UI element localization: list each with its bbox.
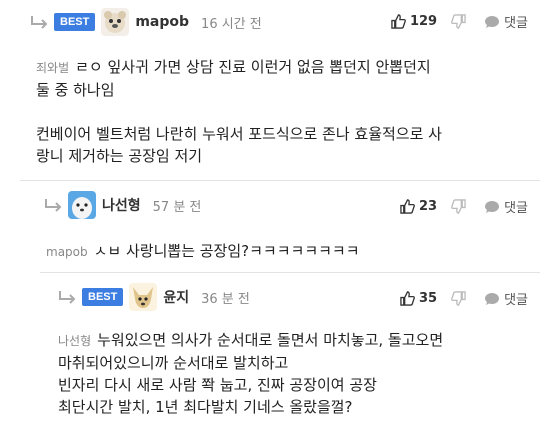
reply-arrow-icon	[59, 291, 76, 304]
comment-line: 컨베이어 벨트처럼 나란히 누워서 포드식으로 존나 효율적으로 사	[36, 125, 442, 143]
comment-line: ㅅㅂ 사랑니뽑는 공장임?ㅋㅋㅋㅋㅋㅋㅋㅋ	[93, 242, 360, 260]
dislike-button[interactable]	[451, 291, 470, 306]
comment-2: 나선형 57 분 전 23 댓글 mapob ㅅㅂ 사랑니뽑는 공장임?ㅋㅋㅋㅋㅋ…	[0, 181, 540, 271]
like-count: 129	[409, 14, 438, 29]
best-badge: BEST	[82, 288, 124, 306]
timestamp: 36 분 전	[201, 291, 250, 307]
mention-tag[interactable]: 죄와벌	[36, 61, 69, 75]
like-count: 23	[418, 199, 438, 214]
comment-actions: 129 댓글	[377, 12, 528, 31]
avatar[interactable]	[101, 8, 130, 36]
thumbs-up-icon	[400, 199, 415, 214]
mention-tag[interactable]: mapob	[46, 245, 88, 259]
avatar[interactable]	[68, 191, 96, 219]
comment-actions: 23 댓글	[386, 197, 528, 216]
comment-3: BEST 윤지 36 분 전 35 댓글 나선형 누워있으면 의사가 순서대로 돌…	[0, 273, 540, 424]
author-name[interactable]: 나선형	[102, 195, 141, 215]
reply-label: 댓글	[504, 293, 528, 308]
comment-body: 나선형 누워있으면 의사가 순서대로 돌면서 마치놓고, 돌고오면 마취되어있으니…	[58, 329, 528, 418]
speech-bubble-icon	[485, 200, 500, 213]
thumbs-up-icon	[400, 291, 415, 306]
mention-tag[interactable]: 나선형	[58, 334, 91, 348]
thumbs-down-icon	[451, 199, 466, 214]
thumbs-down-icon	[451, 291, 466, 306]
dislike-button[interactable]	[451, 199, 470, 214]
comment-header: BEST 윤지 36 분 전	[58, 283, 250, 311]
reply-button[interactable]: 댓글	[484, 12, 528, 31]
comment-line: 마취되어있으니까 순서대로 발치하고	[58, 354, 289, 372]
reply-arrow-icon	[31, 16, 48, 29]
author-name[interactable]: mapob	[135, 14, 189, 30]
speech-bubble-icon	[485, 292, 500, 305]
thumbs-up-icon	[391, 14, 406, 29]
comment-body: mapob ㅅㅂ 사랑니뽑는 공장임?ㅋㅋㅋㅋㅋㅋㅋㅋ	[46, 240, 526, 263]
comment-line: 빈자리 다시 새로 사람 쫙 눕고, 진짜 공장이여 공장	[58, 376, 377, 394]
reply-arrow-icon	[45, 199, 62, 212]
speech-bubble-icon	[485, 15, 500, 28]
comment-line: 누워있으면 의사가 순서대로 돌면서 마치놓고, 돌고오면	[97, 331, 444, 349]
reply-button[interactable]: 댓글	[484, 197, 528, 216]
best-badge: BEST	[54, 13, 96, 31]
comment-body: 죄와벌 ㄹㅇ 잎사귀 가면 상담 진료 이런거 없음 뽑던지 안뽑던지 둘 중 하…	[36, 56, 526, 167]
comment-1: BEST mapob 16 시간 전 129 댓글 죄와벌 ㄹㅇ 잎사귀 가면 상…	[0, 0, 540, 180]
comment-line: 랑니 제거하는 공장임 저기	[36, 147, 203, 165]
comment-line: 최단시간 발치, 1년 최다발치 기네스 올랐을껄?	[58, 398, 353, 416]
like-button[interactable]: 129	[391, 14, 437, 29]
dislike-button[interactable]	[451, 14, 470, 29]
like-count: 35	[418, 291, 438, 306]
avatar[interactable]	[129, 283, 158, 311]
reply-button[interactable]: 댓글	[484, 289, 528, 308]
author-name[interactable]: 윤지	[163, 287, 189, 307]
reply-label: 댓글	[504, 201, 528, 216]
thumbs-down-icon	[451, 14, 466, 29]
comment-line: 둘 중 하나임	[36, 81, 115, 99]
reply-label: 댓글	[504, 16, 528, 31]
timestamp: 16 시간 전	[201, 16, 262, 32]
timestamp: 57 분 전	[152, 199, 202, 215]
like-button[interactable]: 23	[400, 199, 437, 214]
comment-header: 나선형 57 분 전	[44, 191, 202, 219]
like-button[interactable]: 35	[400, 291, 437, 306]
comment-header: BEST mapob 16 시간 전	[30, 8, 262, 36]
comment-line: ㄹㅇ 잎사귀 가면 상담 진료 이런거 없음 뽑던지 안뽑던지	[75, 58, 431, 76]
comment-actions: 35 댓글	[386, 289, 528, 308]
